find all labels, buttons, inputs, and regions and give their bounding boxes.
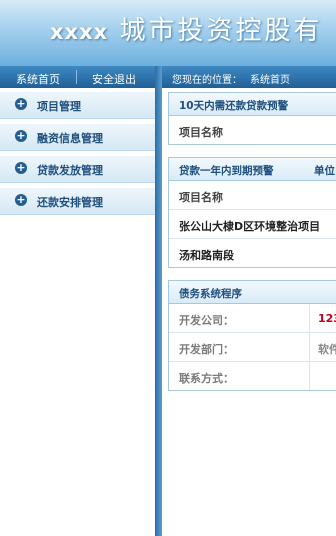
location-prefix: 您现在的位置： <box>172 75 242 86</box>
sidebar-item-label: 融资信息管理 <box>37 132 103 145</box>
project-name: 汤和路南段 <box>179 249 234 262</box>
panel-maturity-warning: 贷款一年内到期预警 单位 项目名称 张公山大棣D区环境整治项目 汤和路南段 <box>168 157 336 268</box>
panel-title-col2: 单位 <box>314 165 335 177</box>
sidebar-item-label: 还款安排管理 <box>37 196 103 209</box>
info-label: 开发部门： <box>179 343 234 356</box>
panel-title: 贷款一年内到期预警 单位 <box>169 158 336 181</box>
sidebar-item-project[interactable]: + 项目管理 <box>0 92 155 119</box>
title-prefix: xxxx <box>50 20 109 44</box>
sidebar-item-label: 贷款发放管理 <box>37 164 103 177</box>
panel-system-info: 债务系统程序 开发公司： 123 开发部门： 软件 联系方式： <box>168 280 336 391</box>
system-title: xxxx 城市投资控股有 <box>50 10 322 47</box>
sidebar-item-label: 项目管理 <box>37 100 81 113</box>
table-header-row: 项目名称 <box>169 181 336 210</box>
sidebar-item-repayment[interactable]: + 还款安排管理 <box>0 188 155 215</box>
plus-icon: + <box>15 161 27 174</box>
info-label: 联系方式： <box>179 372 234 385</box>
sidebar-item-financing[interactable]: + 融资信息管理 <box>0 124 155 151</box>
info-value-cell: 123 <box>309 304 336 332</box>
home-link[interactable]: 系统首页 <box>16 71 60 87</box>
panel-title-text: 债务系统程序 <box>179 288 242 300</box>
column-header-project: 项目名称 <box>179 126 223 139</box>
panel-title: 10天内需还款贷款预警 <box>169 93 336 116</box>
info-label: 开发公司： <box>179 314 234 327</box>
info-row: 开发部门： 软件 <box>169 333 336 362</box>
logout-link[interactable]: 安全退出 <box>92 71 136 87</box>
left-nav-bar: 系统首页 安全退出 <box>0 66 155 88</box>
table-row: 张公山大棣D区环境整治项目 <box>169 210 336 239</box>
table-row: 汤和路南段 <box>169 239 336 267</box>
info-row: 开发公司： 123 <box>169 304 336 333</box>
nav-separator <box>76 70 77 84</box>
panel-repayment-warning: 10天内需还款贷款预警 项目名称 <box>168 92 336 145</box>
info-value-cell: 软件 <box>309 333 336 361</box>
info-row: 联系方式： <box>169 362 336 390</box>
sidebar-menu: + 项目管理 + 融资信息管理 + 贷款发放管理 + 还款安排管理 <box>0 92 155 220</box>
project-name: 张公山大棣D区环境整治项目 <box>179 220 321 233</box>
panel-title: 债务系统程序 <box>169 281 336 304</box>
sidebar-item-loan-issue[interactable]: + 贷款发放管理 <box>0 156 155 183</box>
location-page: 系统首页 <box>250 75 290 86</box>
breadcrumb: 您现在的位置： 系统首页 <box>162 66 336 88</box>
sidebar-divider <box>155 66 162 536</box>
header-banner: xxxx 城市投资控股有 <box>0 0 336 66</box>
info-value-cell <box>309 362 336 390</box>
title-text: 城市投资控股 <box>119 16 294 46</box>
title-tail: 有 <box>293 16 323 46</box>
table-header-row: 项目名称 <box>169 116 336 144</box>
info-value: 软件 <box>318 343 336 356</box>
plus-icon: + <box>15 129 27 142</box>
info-value: 123 <box>318 312 336 325</box>
panel-title-text: 贷款一年内到期预警 <box>179 165 274 177</box>
column-header-project: 项目名称 <box>179 191 223 204</box>
panel-title-text: 10天内需还款贷款预警 <box>179 100 289 112</box>
plus-icon: + <box>15 193 27 206</box>
main-content: 10天内需还款贷款预警 项目名称 贷款一年内到期预警 单位 项目名称 张公山大棣… <box>168 92 336 403</box>
plus-icon: + <box>15 97 27 110</box>
